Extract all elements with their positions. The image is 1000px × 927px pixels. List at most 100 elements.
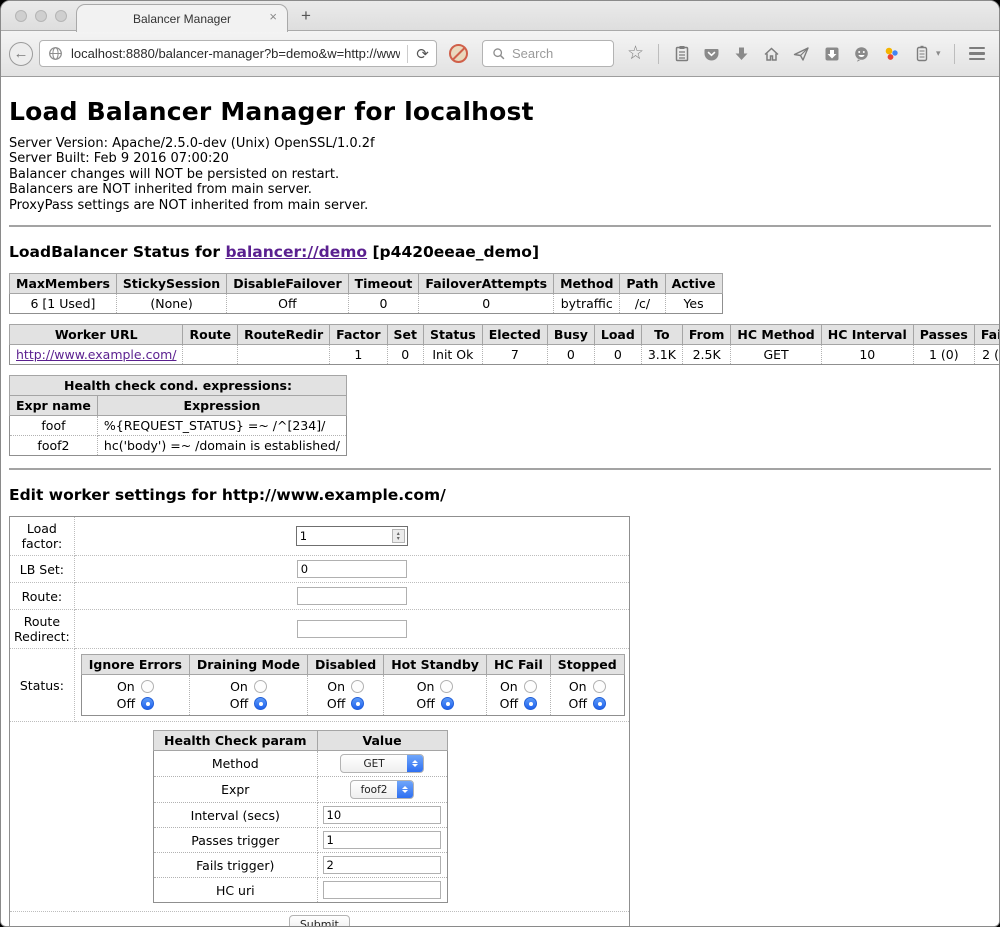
method-selected-value: GET [341,758,407,770]
search-input[interactable] [510,45,600,62]
select-stepper-icon [407,754,423,773]
stopped-on-radio[interactable] [593,680,606,693]
col-draining-mode: Draining Mode [189,655,307,675]
submit-button[interactable]: Submit [289,915,350,927]
window-close-button[interactable] [15,10,27,22]
col-method: Method [554,274,620,294]
tab-close-icon[interactable]: × [269,10,277,23]
window-minimize-button[interactable] [35,10,47,22]
hc-fail-off-radio[interactable] [524,697,537,710]
window-zoom-button[interactable] [55,10,67,22]
expr-select[interactable]: foof2 [350,780,414,799]
cell-disablefailover: Off [227,294,348,314]
col-ignore-errors: Ignore Errors [81,655,189,675]
load-factor-input[interactable] [297,527,390,545]
cell-stickysession: (None) [116,294,226,314]
lb-set-input[interactable] [297,560,407,578]
content-blocker-icon[interactable] [449,44,468,63]
downloads-icon[interactable] [732,44,751,63]
fails-trigger-input[interactable] [323,856,441,874]
method-label: Method [154,751,318,777]
back-button[interactable]: ← [9,42,33,66]
extension-dots-icon[interactable] [882,44,901,63]
tab-balancer-manager[interactable]: Balancer Manager × [76,4,288,32]
send-tab-icon[interactable] [792,44,811,63]
number-stepper-icon[interactable]: ▴▾ [392,529,405,543]
method-select[interactable]: GET [340,754,424,773]
menu-icon[interactable] [968,44,987,63]
route-redirect-input[interactable] [297,620,407,638]
col-stopped: Stopped [550,655,624,675]
table-header-row: Worker URL Route RouteRedir Factor Set S… [10,325,1000,345]
search-bar[interactable] [482,40,614,67]
expr-row: foof2 hc('body') =~ /domain is establish… [10,436,347,456]
bookmarks-list-icon[interactable] [672,44,691,63]
select-stepper-icon [397,780,413,799]
tab-bar: Balancer Manager × + [1,1,999,31]
disabled-on-radio[interactable] [351,680,364,693]
home-icon[interactable] [762,44,781,63]
draining-mode-off-radio[interactable] [254,697,267,710]
ignore-errors-on-radio[interactable] [141,680,154,693]
col-hot-standby: Hot Standby [384,655,487,675]
expr-row: foof %{REQUEST_STATUS} =~ /^[234]/ [10,416,347,436]
cell-route [183,345,238,365]
balancer-status-heading: LoadBalancer Status for balancer://demo … [9,243,991,261]
pocket-icon[interactable] [702,44,721,63]
col-hc-value: Value [317,731,447,751]
cell-fails: 2 (0) [974,345,999,365]
hc-fail-on-radio[interactable] [524,680,537,693]
cell-routeredir [238,345,330,365]
passes-trigger-input[interactable] [323,831,441,849]
status-options-table: Ignore Errors Draining Mode Disabled Hot… [81,654,625,716]
save-box-icon[interactable] [822,44,841,63]
page-content: Load Balancer Manager for localhost Serv… [1,77,999,927]
search-icon [489,44,508,63]
battery-status-icon[interactable] [912,44,931,63]
cell-from: 2.5K [682,345,731,365]
passes-trigger-label: Passes trigger [154,828,318,853]
route-input[interactable] [297,587,407,605]
col-maxmembers: MaxMembers [10,274,117,294]
toolbar-separator-2 [954,44,955,64]
reload-icon[interactable]: ⟳ [413,44,432,63]
tab-title: Balancer Manager [133,12,231,26]
load-factor-field-wrap: ▴▾ [296,526,408,546]
url-bar[interactable]: ⟳ [39,40,437,67]
col-routeredir: RouteRedir [238,325,330,345]
worker-url-link[interactable]: http://www.example.com/ [16,347,176,362]
interval-input[interactable] [323,806,441,824]
route-redirect-label: Route Redirect: [10,610,75,649]
cell-failoverattempts: 0 [419,294,554,314]
toolbar-icons: ☆ [626,44,1000,64]
edit-worker-form: Load factor: ▴▾ LB Set: Route: Route Red… [9,516,630,927]
col-busy: Busy [547,325,594,345]
chat-smiley-icon[interactable] [852,44,871,63]
col-set: Set [387,325,423,345]
col-failoverattempts: FailoverAttempts [419,274,554,294]
draining-mode-on-radio[interactable] [254,680,267,693]
url-input[interactable] [69,45,402,62]
hot-standby-on-radio[interactable] [440,680,453,693]
hot-standby-off-radio[interactable] [441,697,454,710]
window-controls[interactable] [15,10,67,22]
chevron-down-icon[interactable]: ▾ [936,48,941,59]
cell-timeout: 0 [348,294,419,314]
hc-expr-title: Health check cond. expressions: [10,376,347,396]
disabled-off-radio[interactable] [351,697,364,710]
cell-status: Init Ok [424,345,483,365]
col-disabled: Disabled [308,655,384,675]
new-tab-button[interactable]: + [301,6,311,26]
col-to: To [641,325,682,345]
bookmark-star-icon[interactable]: ☆ [626,44,645,63]
expr-label: Expr [154,777,318,803]
col-hc-param: Health Check param [154,731,318,751]
ignore-errors-off-radio[interactable] [141,697,154,710]
stopped-off-radio[interactable] [593,697,606,710]
balancer-demo-link[interactable]: balancer://demo [225,243,367,261]
col-load: Load [594,325,641,345]
cell-hc-interval: 10 [821,345,913,365]
col-expr-name: Expr name [10,396,98,416]
off-label: Off [117,695,135,712]
hc-uri-input[interactable] [323,881,441,899]
